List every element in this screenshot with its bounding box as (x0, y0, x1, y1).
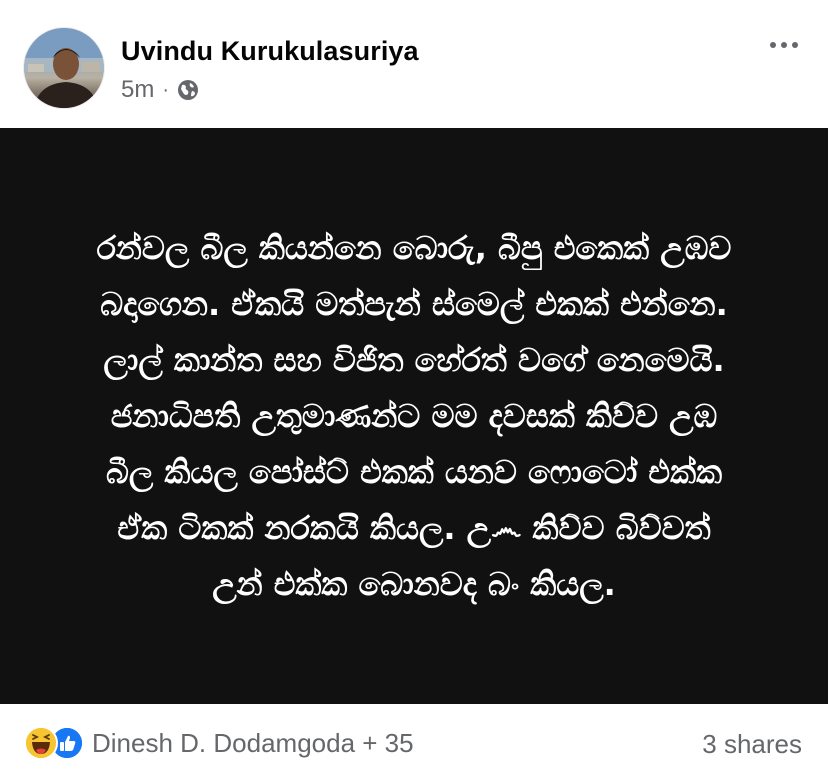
avatar-photo (24, 28, 104, 108)
post-text: රන්වල බීල කියන්නෙ බොරු, බීපු එකෙක් උඹව බ… (96, 229, 732, 603)
post-footer: Dinesh D. Dodamgoda + 35 3 shares (0, 704, 828, 772)
more-dot (792, 42, 798, 48)
author-name[interactable]: Uvindu Kurukulasuriya (121, 36, 419, 67)
shares-count[interactable]: 3 shares (702, 729, 802, 760)
more-dot (781, 42, 787, 48)
post-meta: 5m · (121, 76, 199, 104)
avatar[interactable] (24, 28, 104, 108)
globe-icon[interactable] (177, 79, 199, 101)
more-options-icon[interactable] (766, 38, 802, 52)
post-timestamp[interactable]: 5m (121, 76, 154, 104)
haha-reaction-icon (24, 726, 58, 760)
reactors-text[interactable]: Dinesh D. Dodamgoda + 35 (92, 728, 414, 759)
post-text-background: රන්වල බීල කියන්නෙ බොරු, බීපු එකෙක් උඹව බ… (0, 128, 828, 704)
reactions-summary[interactable]: Dinesh D. Dodamgoda + 35 (24, 726, 414, 760)
meta-separator: · (162, 78, 170, 101)
more-dot (770, 42, 776, 48)
post-header: Uvindu Kurukulasuriya 5m · (0, 0, 828, 128)
